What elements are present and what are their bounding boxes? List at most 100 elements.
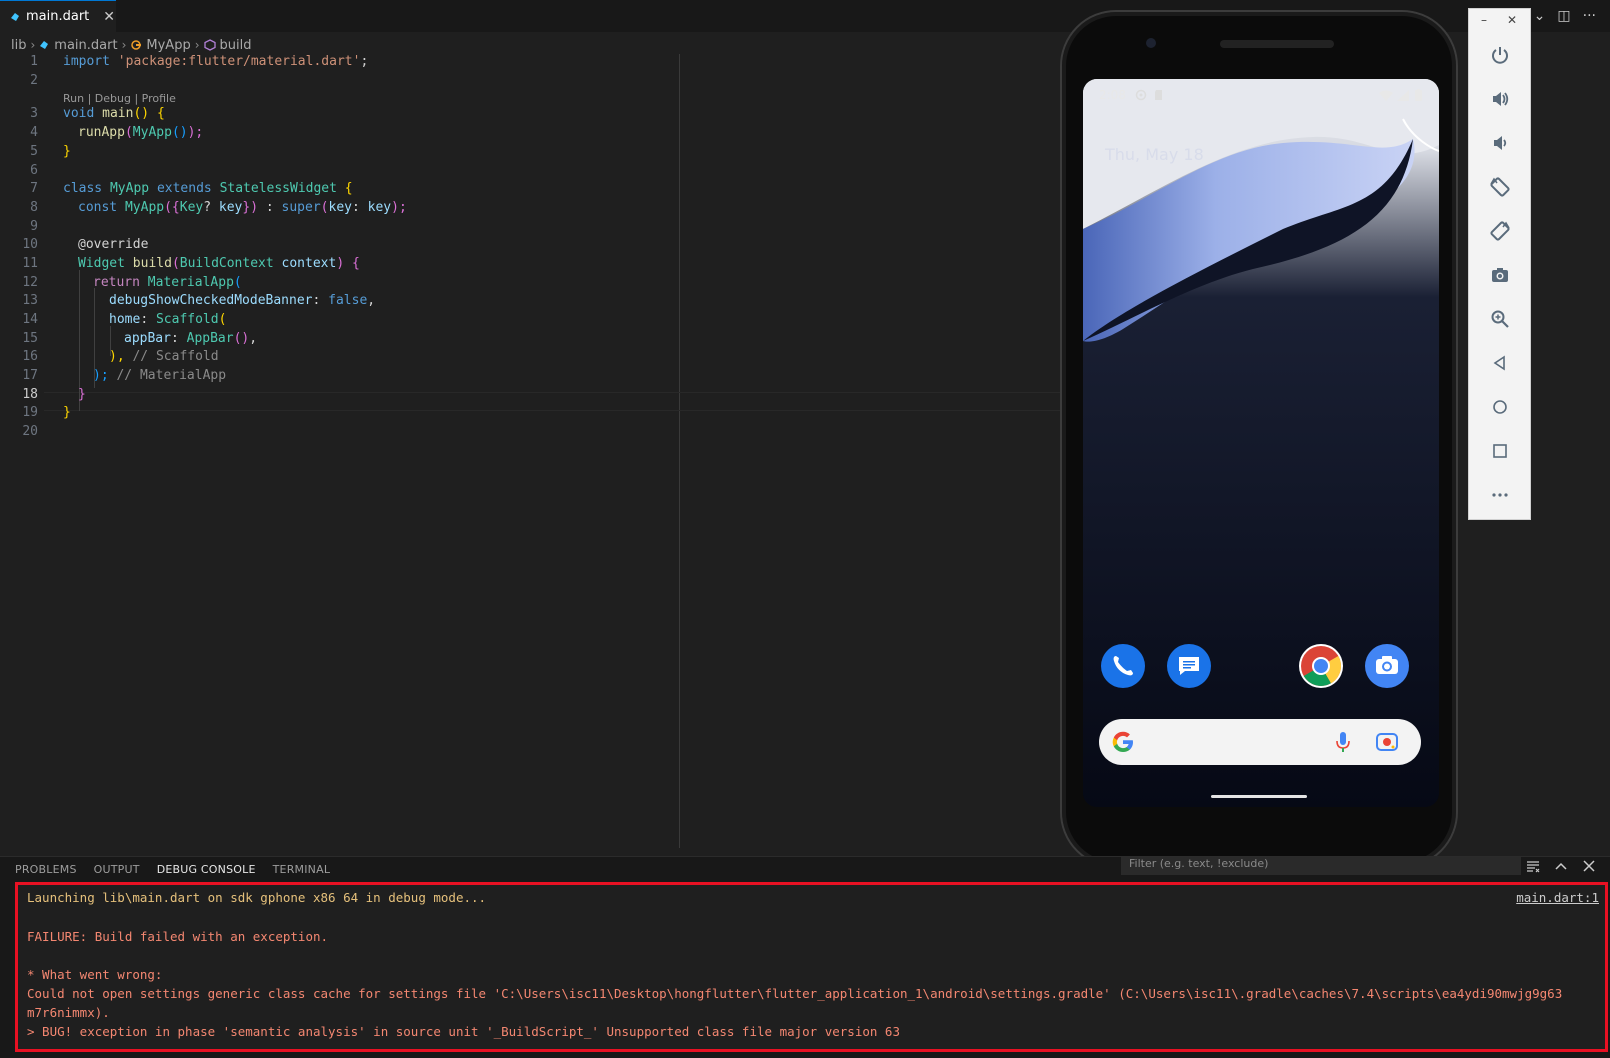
tab-terminal[interactable]: TERMINAL — [273, 863, 331, 876]
emulator-screen[interactable]: 2:08 Thu, May 18 — [1083, 79, 1439, 807]
volume-up-icon — [1493, 92, 1509, 106]
console-filter-input[interactable]: Filter (e.g. text, !exclude) — [1121, 857, 1521, 875]
overview-square-icon — [1493, 444, 1507, 458]
google-lens-icon[interactable] — [1375, 730, 1399, 754]
code-line-17: ); // MaterialApp — [93, 368, 227, 383]
more-actions-icon[interactable]: ··· — [1583, 8, 1596, 24]
line-number: 19 — [22, 405, 38, 420]
home-button[interactable] — [1486, 393, 1514, 421]
cell-signal-icon — [1397, 89, 1409, 101]
panel-tabs: PROBLEMS OUTPUT DEBUG CONSOLE TERMINAL — [0, 857, 332, 881]
line-number: 8 — [30, 200, 38, 215]
volume-down-icon — [1494, 136, 1507, 150]
code-line-13: debugShowCheckedModeBanner: false, — [109, 293, 376, 308]
line-number: 4 — [30, 125, 38, 140]
tab-debug-console[interactable]: DEBUG CONSOLE — [157, 863, 256, 876]
line-number: 1 — [30, 54, 38, 69]
editor-actions: ⌄ ◫ ··· — [1534, 0, 1610, 32]
line-number: 12 — [22, 275, 38, 290]
rotate-right-button[interactable] — [1486, 217, 1514, 245]
microphone-icon[interactable] — [1335, 730, 1351, 754]
console-line: * What went wrong: — [27, 967, 163, 982]
debug-console-output[interactable]: Launching lib\main.dart on sdk gphone x8… — [15, 882, 1608, 1052]
chevron-right-icon: › — [30, 38, 36, 52]
chevron-up-icon[interactable] — [1554, 859, 1568, 873]
bottom-panel: PROBLEMS OUTPUT DEBUG CONSOLE TERMINAL F… — [0, 856, 1610, 1058]
line-number: 5 — [30, 144, 38, 159]
line-number: 10 — [22, 237, 38, 252]
close-icon[interactable]: ✕ — [103, 9, 115, 25]
home-date[interactable]: Thu, May 18 — [1105, 145, 1204, 164]
breadcrumb: lib › main.dart › MyApp › build — [0, 34, 251, 56]
tab-main-dart[interactable]: main.dart ✕ — [0, 0, 116, 32]
gesture-home-bar[interactable] — [1211, 795, 1307, 798]
source-reference-link[interactable]: main.dart:1 — [1516, 890, 1599, 905]
code-line-16: ), // Scaffold — [109, 349, 219, 364]
wallpaper-image — [1083, 79, 1439, 807]
codelens-run-debug-profile[interactable]: Run | Debug | Profile — [63, 92, 176, 105]
messages-app-icon[interactable] — [1167, 644, 1211, 688]
volume-down-button[interactable] — [1486, 129, 1514, 157]
split-editor-icon[interactable]: ◫ — [1557, 8, 1570, 24]
power-icon — [1492, 47, 1508, 64]
back-button[interactable] — [1486, 349, 1514, 377]
more-button[interactable] — [1486, 481, 1514, 509]
code-line-3: void main() { — [63, 106, 165, 121]
breadcrumb-method[interactable]: build — [220, 38, 252, 53]
overview-button[interactable] — [1486, 437, 1514, 465]
code-line-18: } — [78, 387, 86, 402]
wifi-icon — [1379, 90, 1393, 101]
tab-output[interactable]: OUTPUT — [94, 863, 140, 876]
panel-actions — [1526, 859, 1596, 873]
line-number: 9 — [30, 219, 38, 234]
power-button[interactable] — [1486, 41, 1514, 69]
code-line-4: runApp(MyApp()); — [78, 125, 204, 140]
dart-file-icon — [11, 12, 19, 21]
dart-file-icon — [40, 41, 49, 49]
zoom-in-icon — [1491, 310, 1509, 328]
close-panel-icon[interactable] — [1582, 859, 1596, 873]
chrome-app-icon[interactable] — [1299, 644, 1343, 688]
chevron-right-icon: › — [121, 38, 127, 52]
line-number: 11 — [22, 256, 38, 271]
breadcrumb-class[interactable]: MyApp — [146, 38, 190, 53]
tab-problems[interactable]: PROBLEMS — [15, 863, 77, 876]
camera-app-icon[interactable] — [1365, 644, 1409, 688]
line-number: 14 — [22, 312, 38, 327]
back-triangle-icon — [1493, 355, 1505, 371]
code-line-5: } — [63, 144, 71, 159]
close-window-button[interactable]: ✕ — [1507, 13, 1517, 27]
rotate-left-button[interactable] — [1486, 173, 1514, 201]
rotate-left-icon — [1490, 177, 1510, 197]
console-line: Could not open settings generic class ca… — [27, 986, 1563, 1001]
zoom-button[interactable] — [1486, 305, 1514, 333]
line-number: 17 — [22, 368, 38, 383]
clear-console-icon[interactable] — [1526, 859, 1540, 873]
android-emulator-device: 2:08 Thu, May 18 — [1060, 10, 1458, 868]
google-search-bar[interactable] — [1099, 719, 1421, 765]
code-line-14: home: Scaffold( — [109, 312, 227, 327]
breadcrumb-folder[interactable]: lib — [11, 38, 26, 53]
breadcrumb-file[interactable]: main.dart — [54, 38, 117, 53]
battery-icon — [1415, 89, 1422, 101]
minimize-window-button[interactable]: – — [1481, 13, 1487, 27]
settings-gear-icon — [1135, 89, 1147, 101]
status-time: 2:08 — [1099, 88, 1126, 102]
chevron-right-icon: › — [194, 38, 200, 52]
screenshot-button[interactable] — [1486, 261, 1514, 289]
google-logo-icon — [1112, 731, 1133, 752]
console-line: > BUG! exception in phase 'semantic anal… — [27, 1024, 900, 1039]
console-line: Launching lib\main.dart on sdk gphone x8… — [27, 890, 487, 905]
code-line-8: const MyApp({Key? key}) : super(key: key… — [78, 200, 407, 215]
android-status-bar: 2:08 — [1099, 85, 1423, 105]
code-editor[interactable]: 1 2 3 4 5 6 7 8 9 10 11 12 13 14 15 16 1… — [0, 54, 1060, 848]
front-camera — [1146, 38, 1156, 48]
code-line-10: @override — [78, 237, 149, 252]
emulator-toolbar: – ✕ — [1468, 8, 1531, 520]
line-number-active: 18 — [22, 387, 38, 402]
volume-up-button[interactable] — [1486, 85, 1514, 113]
sd-card-icon — [1154, 90, 1162, 100]
line-number: 15 — [22, 331, 38, 346]
phone-app-icon[interactable] — [1101, 644, 1145, 688]
chevron-down-icon[interactable]: ⌄ — [1534, 8, 1546, 24]
